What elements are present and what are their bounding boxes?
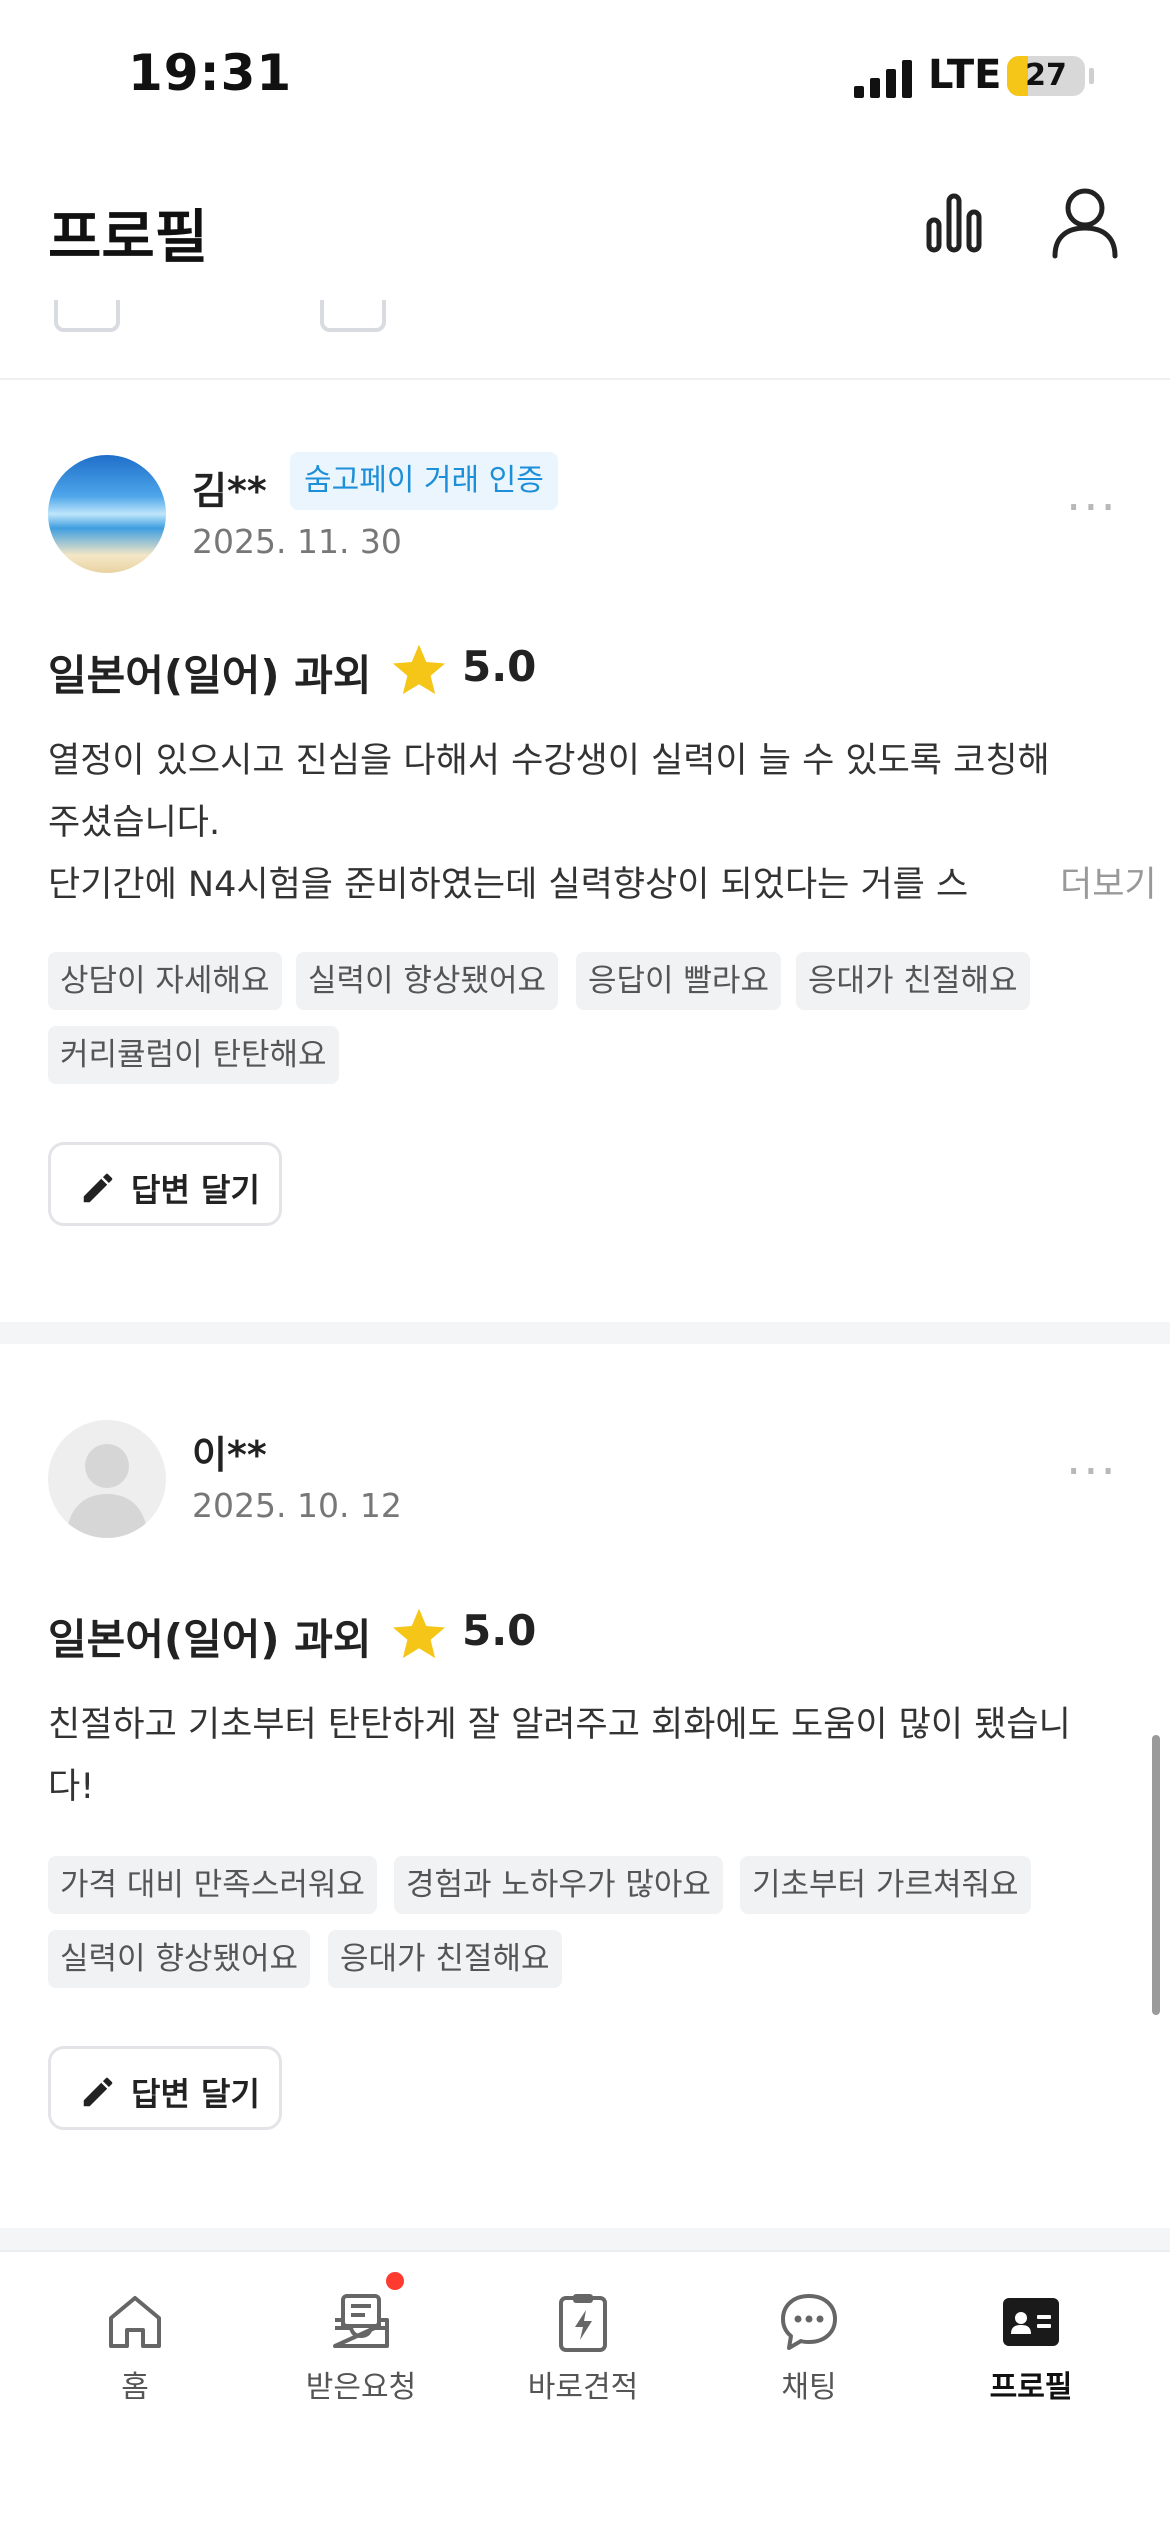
battery-icon: 27 [1007, 56, 1085, 96]
service-title: 일본어(일어) 과외 [48, 1615, 372, 1664]
tag-chip: 실력이 향상됐어요 [296, 952, 559, 1010]
reviewer-name: 이** [192, 1433, 267, 1477]
review-card: 김** 숨고페이 거래 인증 2025. 11. 30 ··· 일본어(일어) … [0, 380, 1170, 1320]
stats-icon[interactable] [924, 190, 984, 256]
tab-requests[interactable]: 받은요청 [244, 2252, 478, 2452]
review-card: 이** 2025. 10. 12 ··· 일본어(일어) 과외 5.0 친절하고… [0, 1344, 1170, 2224]
review-date: 2025. 11. 30 [192, 522, 402, 561]
review-text-line: 열정이 있으시고 진심을 다해서 수강생이 실력이 늘 수 있도록 코칭해 [48, 741, 1050, 781]
status-bar: 19:31 LTE 27 [0, 0, 1170, 150]
app-header: 프로필 [0, 150, 1170, 300]
tag-chip: 응대가 친절해요 [796, 952, 1030, 1010]
home-icon [109, 2296, 161, 2348]
review-text-line: 단기간에 N4시험을 준비하였는데 실력향상이 되었다는 거를 스 [48, 865, 969, 905]
star-icon [392, 644, 446, 695]
tab-label: 채팅 [781, 2370, 837, 2405]
review-text: 열정이 있으시고 진심을 다해서 수강생이 실력이 늘 수 있도록 코칭해 주셨… [48, 730, 1128, 916]
tab-label: 받은요청 [305, 2370, 417, 2405]
notification-dot [386, 2272, 404, 2290]
tag-chip: 응대가 친절해요 [328, 1930, 562, 1988]
battery-tip [1089, 68, 1094, 84]
section-divider [0, 2228, 1170, 2250]
tag-chip: 기초부터 가르쳐줘요 [740, 1856, 1031, 1914]
tag-chip: 커리큘럼이 탄탄해요 [48, 1026, 339, 1084]
profile-card-icon [1003, 2298, 1059, 2346]
tab-label: 바로견적 [527, 2370, 639, 2405]
verified-badge: 숨고페이 거래 인증 [290, 452, 558, 510]
quick-quote-icon [559, 2294, 607, 2352]
pencil-icon [83, 1173, 113, 1203]
signal-icon [854, 60, 912, 98]
tab-chat[interactable]: 채팅 [692, 2252, 926, 2452]
tag-chip: 응답이 빨라요 [576, 952, 781, 1010]
network-type: LTE [928, 52, 1002, 98]
tag-chip: 실력이 향상됐어요 [48, 1930, 311, 1988]
default-avatar-icon [66, 1444, 148, 1538]
tab-label: 프로필 [989, 2370, 1073, 2405]
scrollbar[interactable] [1152, 1735, 1160, 2015]
reply-button[interactable]: 답변 달기 [48, 2046, 282, 2130]
tab-profile[interactable]: 프로필 [914, 2252, 1148, 2452]
chat-icon [781, 2294, 837, 2350]
review-text-line: 다! [48, 1767, 95, 1807]
battery-level: 27 [1025, 58, 1067, 93]
service-title: 일본어(일어) 과외 [48, 651, 372, 700]
review-text: 친절하고 기초부터 탄탄하게 잘 알려주고 회화에도 도움이 많이 됐습니 다! [48, 1694, 1128, 1818]
user-icon[interactable] [1050, 186, 1120, 260]
rating-value: 5.0 [462, 642, 537, 691]
bottom-tab-bar: 홈 받은요청 바로견적 채팅 프로필 [0, 2250, 1170, 2534]
checkbox[interactable] [320, 300, 386, 332]
avatar [48, 1420, 166, 1538]
tag-chip: 상담이 자세해요 [48, 952, 282, 1010]
partial-filter-row [0, 300, 1170, 381]
tag-chip: 경험과 노하우가 많아요 [394, 1856, 723, 1914]
review-text-line: 주셨습니다. [48, 803, 221, 843]
review-date: 2025. 10. 12 [192, 1486, 402, 1525]
rating-value: 5.0 [462, 1606, 537, 1655]
star-icon [392, 1608, 446, 1659]
tab-home[interactable]: 홈 [18, 2252, 252, 2452]
reply-label: 답변 달기 [131, 1171, 260, 1209]
checkbox[interactable] [54, 300, 120, 332]
tab-label: 홈 [121, 2370, 149, 2405]
pencil-icon [83, 2077, 113, 2107]
status-time: 19:31 [128, 44, 293, 102]
page-title: 프로필 [48, 203, 209, 271]
more-options-icon[interactable]: ··· [1066, 480, 1118, 536]
tab-quick-quote[interactable]: 바로견적 [466, 2252, 700, 2452]
review-text-line: 친절하고 기초부터 탄탄하게 잘 알려주고 회화에도 도움이 많이 됐습니 [48, 1705, 1071, 1745]
reply-button[interactable]: 답변 달기 [48, 1142, 282, 1226]
avatar [48, 455, 166, 573]
more-options-icon[interactable]: ··· [1066, 1444, 1118, 1500]
reply-label: 답변 달기 [131, 2075, 260, 2113]
reviewer-name: 김** [192, 469, 267, 513]
read-more-link[interactable]: 더보기 [1020, 854, 1157, 916]
section-divider [0, 1322, 1170, 1344]
inbox-icon [333, 2294, 389, 2348]
tag-chip: 가격 대비 만족스러워요 [48, 1856, 377, 1914]
